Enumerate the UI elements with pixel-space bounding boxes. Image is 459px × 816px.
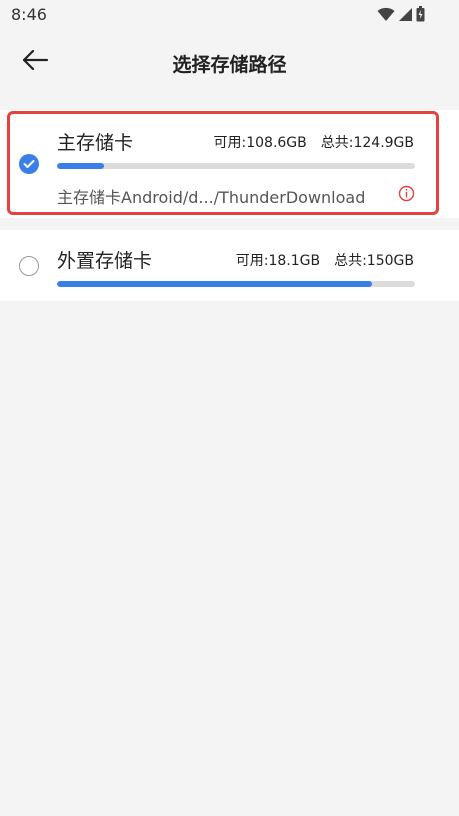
- total-space: 总共:150GB: [334, 253, 414, 269]
- available-space: 可用:18.1GB: [235, 253, 321, 269]
- usage-bar: [57, 281, 415, 287]
- signal-icon: [398, 7, 413, 26]
- storage-name: 外置存储卡: [57, 250, 153, 272]
- storage-path: 主存储卡Android/d.../ThunderDownload: [57, 188, 366, 207]
- storage-name: 主存储卡: [57, 132, 134, 154]
- storage-stats: 可用:108.6GB 总共:124.9GB: [214, 132, 415, 152]
- status-time: 8:46: [11, 5, 47, 24]
- radio-checked-icon[interactable]: [19, 154, 39, 174]
- storage-stats: 可用:18.1GB 总共:150GB: [236, 250, 414, 270]
- status-icons: [377, 6, 425, 26]
- page-title: 选择存储路径: [172, 54, 287, 76]
- usage-bar-fill: [57, 163, 104, 169]
- info-icon[interactable]: [398, 185, 415, 202]
- available-space: 可用:108.6GB: [213, 135, 307, 151]
- radio-unchecked-icon[interactable]: [19, 256, 39, 276]
- usage-bar-fill: [57, 281, 373, 287]
- total-space: 总共:124.9GB: [320, 135, 414, 151]
- battery-icon: [416, 6, 425, 26]
- usage-bar: [57, 163, 415, 169]
- status-bar: 8:46: [0, 0, 459, 30]
- header: 选择存储路径: [0, 30, 459, 94]
- wifi-icon: [377, 7, 395, 26]
